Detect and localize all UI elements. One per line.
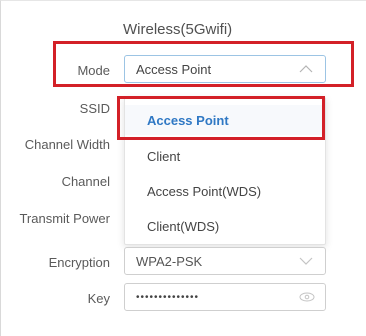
mode-dropdown-menu: Access Point Client Access Point(WDS) Cl…	[124, 97, 326, 245]
mode-option-client-wds[interactable]: Client(WDS)	[125, 211, 325, 241]
transmit-power-label: Transmit Power	[19, 211, 110, 226]
encryption-select[interactable]: WPA2-PSK	[124, 247, 326, 275]
chevron-down-icon	[299, 257, 313, 265]
key-value: ••••••••••••••	[136, 291, 200, 303]
key-input[interactable]: ••••••••••••••	[124, 283, 326, 311]
encryption-select-value: WPA2-PSK	[136, 253, 203, 269]
mode-select-value: Access Point	[136, 61, 212, 77]
eye-icon[interactable]	[299, 292, 315, 302]
section-title: Wireless(5Gwifi)	[123, 21, 233, 38]
ssid-label: SSID	[79, 101, 110, 116]
mode-option-client[interactable]: Client	[125, 141, 325, 171]
channel-width-label: Channel Width	[24, 137, 110, 152]
mode-label: Mode	[77, 63, 110, 78]
mode-option-access-point[interactable]: Access Point	[125, 105, 325, 135]
encryption-label: Encryption	[48, 255, 110, 270]
channel-label: Channel	[61, 174, 110, 189]
chevron-up-icon	[299, 65, 313, 73]
mode-select[interactable]: Access Point	[124, 55, 326, 83]
mode-option-access-point-wds[interactable]: Access Point(WDS)	[125, 176, 325, 206]
wireless-settings-panel: Wireless(5Gwifi) Mode Access Point SSID …	[0, 0, 366, 336]
key-label: Key	[87, 291, 110, 306]
